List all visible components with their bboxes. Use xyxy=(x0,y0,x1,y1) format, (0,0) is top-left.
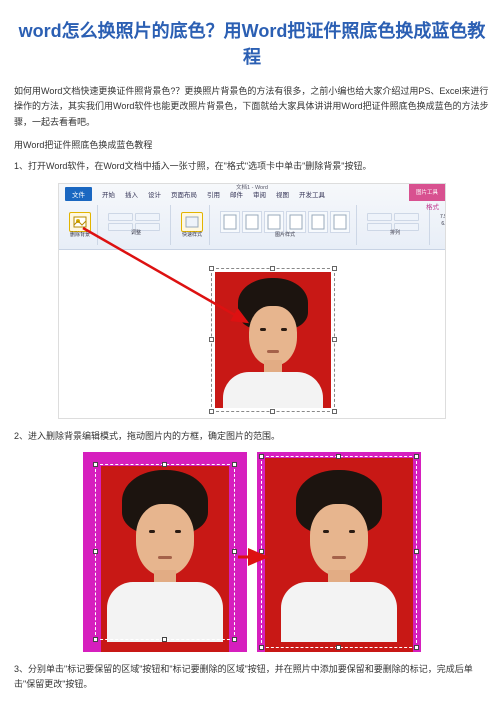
btn-wrap xyxy=(394,213,419,221)
screenshot-word-ribbon: 文档1 - Word 图片工具 格式 文件 开始 插入 设计 页面布局 引用 邮… xyxy=(58,183,446,419)
size-height: 7.54 厘米 xyxy=(440,215,446,220)
group-adjust: 调整 xyxy=(102,205,171,245)
group-styles-label: 图片样式 xyxy=(275,233,295,238)
group-picture-styles: 图片样式 xyxy=(214,205,357,245)
style-thumb xyxy=(308,211,328,233)
tutorial-subheading: 用Word把证件照底色换成蓝色教程 xyxy=(14,138,490,153)
btn-forward xyxy=(367,223,392,231)
group-remove-bg: 删除背景 xyxy=(63,205,98,245)
word-ribbon: 文档1 - Word 图片工具 格式 文件 开始 插入 设计 页面布局 引用 邮… xyxy=(59,184,445,250)
window-title: 文档1 - Word xyxy=(236,183,268,191)
contextual-tab-format: 格式 xyxy=(426,201,439,211)
btn-position xyxy=(367,213,392,221)
bg-remove-right xyxy=(257,452,421,652)
step-arrow-icon xyxy=(236,548,272,566)
tab-file: 文件 xyxy=(65,187,92,201)
quick-styles-label: 快速样式 xyxy=(182,233,202,238)
id-photo-red-bg xyxy=(215,272,331,408)
btn-color xyxy=(135,213,160,221)
step-2: 2、进入删除背景编辑模式，拖动图片内的方框，确定图片的范围。 xyxy=(14,429,490,444)
document-canvas xyxy=(59,250,445,418)
btn-corrections xyxy=(108,213,133,221)
tab-layout: 页面布局 xyxy=(171,189,197,199)
style-thumb xyxy=(330,211,350,233)
quick-styles-button xyxy=(181,212,203,232)
step-3: 3、分别单击"标记要保留的区域"按钮和"标记要删除的区域"按钮，并在照片中添加要… xyxy=(14,662,490,693)
group-adjust-label: 调整 xyxy=(131,231,141,236)
group-arrange-label: 排列 xyxy=(390,231,400,236)
group-size: 7.54 厘米 6.5 厘米 大小 xyxy=(434,205,446,245)
contextual-tab-group: 图片工具 xyxy=(409,184,445,201)
crop-marquee-expanded xyxy=(261,456,417,648)
style-thumb xyxy=(220,211,240,233)
size-width: 6.5 厘米 xyxy=(441,222,446,227)
group-arrange: 排列 xyxy=(361,205,430,245)
style-thumb xyxy=(264,211,284,233)
style-thumb xyxy=(286,211,306,233)
tab-design: 设计 xyxy=(148,189,161,199)
tab-ref: 引用 xyxy=(207,189,220,199)
selected-image-frame xyxy=(211,268,335,412)
tab-dev: 开发工具 xyxy=(299,189,325,199)
screenshot-bg-removal-pair xyxy=(76,452,428,652)
style-thumb xyxy=(242,211,262,233)
step-1: 1、打开Word软件，在Word文档中插入一张寸照，在"格式"选项卡中单击"删除… xyxy=(14,159,490,174)
intro-paragraph: 如何用Word文档快速更换证件照背景色?？更换照片背景色的方法有很多，之前小编也… xyxy=(14,84,490,130)
tab-home: 开始 xyxy=(102,189,115,199)
bg-remove-left xyxy=(83,452,247,652)
crop-marquee xyxy=(95,464,235,640)
remove-background-button xyxy=(69,212,91,232)
remove-background-label: 删除背景 xyxy=(70,233,90,238)
group-quick-styles: 快速样式 xyxy=(175,205,210,245)
tab-insert: 插入 xyxy=(125,189,138,199)
page-title: word怎么换照片的底色？用Word把证件照底色换成蓝色教程 xyxy=(14,18,490,70)
btn-artistic xyxy=(108,223,133,231)
tab-view: 视图 xyxy=(276,189,289,199)
